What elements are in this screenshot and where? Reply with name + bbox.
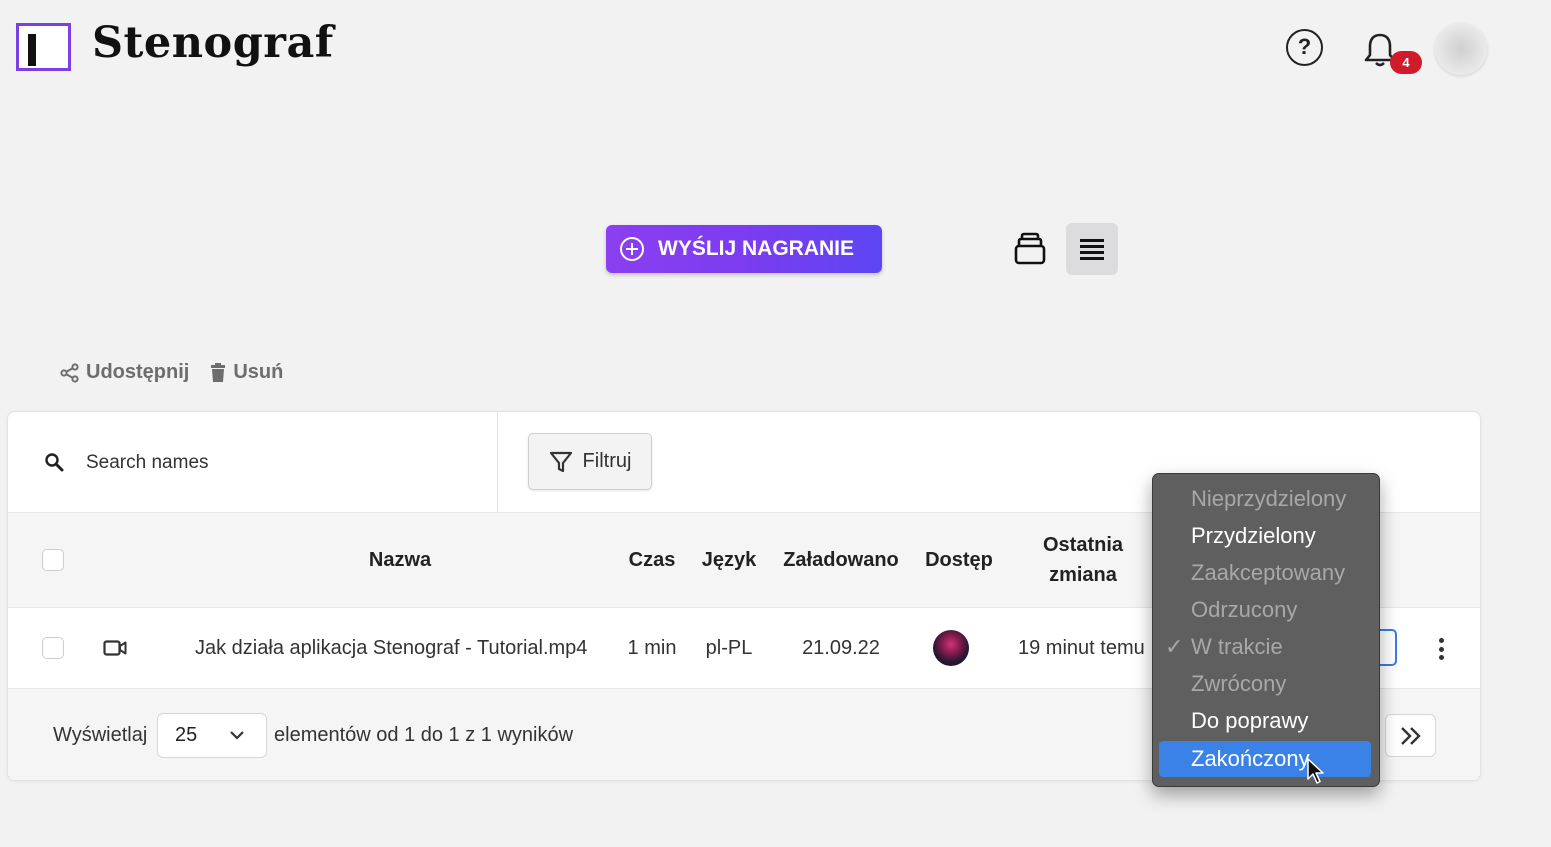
show-label: Wyświetlaj	[53, 724, 148, 746]
list-line	[1080, 245, 1104, 248]
column-name[interactable]: Nazwa	[340, 549, 460, 572]
more-options-icon[interactable]	[1439, 638, 1447, 664]
column-uploaded[interactable]: Załadowano	[776, 549, 906, 572]
status-option-completed[interactable]: Zakończony	[1159, 741, 1371, 777]
list-line	[1080, 257, 1104, 260]
status-option-rejected[interactable]: Odrzucony	[1159, 592, 1371, 628]
filter-icon	[549, 451, 572, 472]
recording-duration: 1 min	[627, 637, 677, 659]
notification-badge: 4	[1390, 51, 1422, 74]
recording-name[interactable]: Jak działa aplikacja Stenograf - Tutoria…	[195, 637, 587, 660]
search-icon	[44, 452, 66, 479]
check-icon: ✓	[1165, 634, 1184, 659]
chevron-down-icon	[230, 731, 244, 740]
column-language[interactable]: Język	[692, 549, 766, 572]
delete-button[interactable]: Usuń	[209, 361, 283, 384]
status-option-assigned[interactable]: Przydzielony	[1159, 518, 1371, 554]
access-avatar[interactable]	[933, 630, 969, 666]
per-page-select[interactable]: 25	[157, 713, 267, 758]
status-option-unassigned[interactable]: Nieprzydzielony	[1159, 481, 1371, 517]
share-button[interactable]: Udostępnij	[60, 361, 189, 384]
list-view-button[interactable]	[1066, 223, 1118, 275]
delete-label: Usuń	[233, 361, 284, 383]
recording-uploaded: 21.09.22	[802, 637, 880, 659]
column-access[interactable]: Dostęp	[918, 549, 1000, 572]
last-page-button[interactable]	[1385, 714, 1436, 757]
column-last-change-line2: zmiana	[1049, 564, 1117, 586]
logo-icon[interactable]	[16, 23, 71, 71]
search-input[interactable]	[84, 445, 468, 481]
status-option-returned[interactable]: Zwrócony	[1159, 666, 1371, 702]
brand-name[interactable]: Stenograf	[92, 18, 334, 68]
status-option-to-fix[interactable]: Do poprawy	[1159, 703, 1371, 739]
select-all-checkbox[interactable]	[42, 549, 64, 571]
upload-recording-label: WYŚLIJ NAGRANIE	[658, 237, 855, 260]
plus-circle-icon	[620, 237, 644, 261]
filter-label: Filtruj	[582, 450, 632, 472]
column-duration[interactable]: Czas	[620, 549, 684, 572]
divider	[497, 412, 498, 512]
upload-recording-button[interactable]: WYŚLIJ NAGRANIE	[606, 225, 882, 273]
filter-button[interactable]: Filtruj	[528, 433, 652, 490]
pagination-summary: elementów od 1 do 1 z 1 wyników	[274, 724, 574, 746]
share-icon	[60, 362, 79, 383]
bulk-actions: Udostępnij Usuń	[60, 361, 303, 384]
status-dropdown-menu: Nieprzydzielony Przydzielony Zaakceptowa…	[1152, 473, 1380, 787]
recording-last-change: 19 minut temu	[1018, 637, 1145, 659]
mouse-cursor-icon	[1306, 757, 1326, 792]
status-option-in-progress[interactable]: ✓ W trakcie	[1159, 629, 1371, 665]
per-page-value: 25	[175, 724, 198, 746]
video-icon	[103, 639, 127, 662]
list-line	[1080, 251, 1104, 254]
help-button[interactable]: ?	[1286, 29, 1323, 66]
avatar[interactable]	[1435, 23, 1487, 75]
list-line	[1080, 239, 1104, 242]
column-last-change[interactable]: Ostatnia	[1030, 534, 1136, 557]
trash-icon	[211, 362, 226, 382]
logo-mark	[28, 34, 36, 66]
share-label: Udostępnij	[86, 361, 190, 383]
status-option-accepted[interactable]: Zaakceptowany	[1159, 555, 1371, 591]
double-chevron-right-icon	[1401, 727, 1421, 745]
row-checkbox[interactable]	[42, 637, 64, 659]
card-view-icon[interactable]	[1012, 232, 1048, 266]
recording-language: pl-PL	[705, 637, 753, 659]
